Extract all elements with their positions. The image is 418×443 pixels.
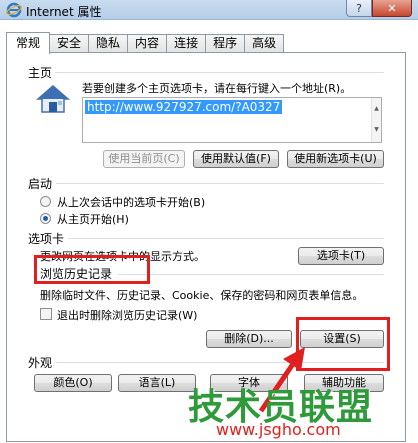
history-hint: 删除临时文件、历史记录、Cookie、保存的密码和网页表单信息。 [40,289,364,302]
tab-general[interactable]: 常规 [6,32,51,54]
delete-on-exit-label: 退出时删除浏览历史记录(W) [57,309,198,322]
home-divider [54,72,384,73]
tab-privacy[interactable]: 隐私 [88,34,129,53]
tab-connections[interactable]: 连接 [166,34,207,53]
ie-icon [6,2,22,18]
home-hint: 若要创建多个主页选项卡，请在每行键入一个地址(R)。 [82,82,352,95]
close-button[interactable]: ✕ [372,0,412,17]
url-scrollbar[interactable]: ▲ ▼ [371,98,381,142]
radio-home-page[interactable] [40,213,51,224]
tab-security[interactable]: 安全 [49,34,90,53]
scroll-down-icon[interactable]: ▼ [372,119,381,140]
window-title: Internet 属性 [26,5,102,19]
colors-button[interactable]: 颜色(O) [34,374,112,392]
home-group-label: 主页 [28,64,56,81]
languages-button[interactable]: 语言(L) [118,374,196,392]
delete-on-exit-checkbox[interactable] [40,308,52,320]
tabs-group-label: 选项卡 [28,230,68,247]
title-bar: Internet 属性 ? ✕ [0,0,418,20]
tabs-divider [68,238,384,239]
radio-last-session[interactable] [40,196,51,207]
help-button[interactable]: ? [346,0,372,17]
use-new-tab-button[interactable]: 使用新选项卡(U) [287,150,384,168]
tab-content[interactable]: 内容 [127,34,168,53]
tab-programs[interactable]: 程序 [205,34,246,53]
watermark: 技术员联盟 www.jsgho.com [188,378,398,443]
radio-last-session-label: 从上次会话中的选项卡开始(B) [57,196,206,209]
home-url-value: http://www.927927.com/?A0327 [85,100,283,114]
house-icon [36,85,70,113]
home-url-textarea[interactable]: http://www.927927.com/?A0327 ▲ ▼ [82,97,382,143]
annotation-box-history [34,255,150,284]
radio-home-page-label: 从主页开始(H) [57,213,129,226]
tab-bar: 常规 安全 隐私 内容 连接 程序 高级 [6,32,285,54]
scroll-up-icon[interactable]: ▲ [372,98,381,119]
tabs-settings-button[interactable]: 选项卡(T) [298,247,384,265]
startup-divider [56,183,384,184]
use-current-button[interactable]: 使用当前页(C) [103,150,185,168]
use-default-button[interactable]: 使用默认值(F) [193,150,279,168]
tab-advanced[interactable]: 高级 [244,34,285,53]
appearance-group-label: 外观 [28,354,56,371]
history-divider [118,274,384,275]
startup-group-label: 启动 [28,175,56,192]
watermark-url: www.jsgho.com [216,420,341,439]
